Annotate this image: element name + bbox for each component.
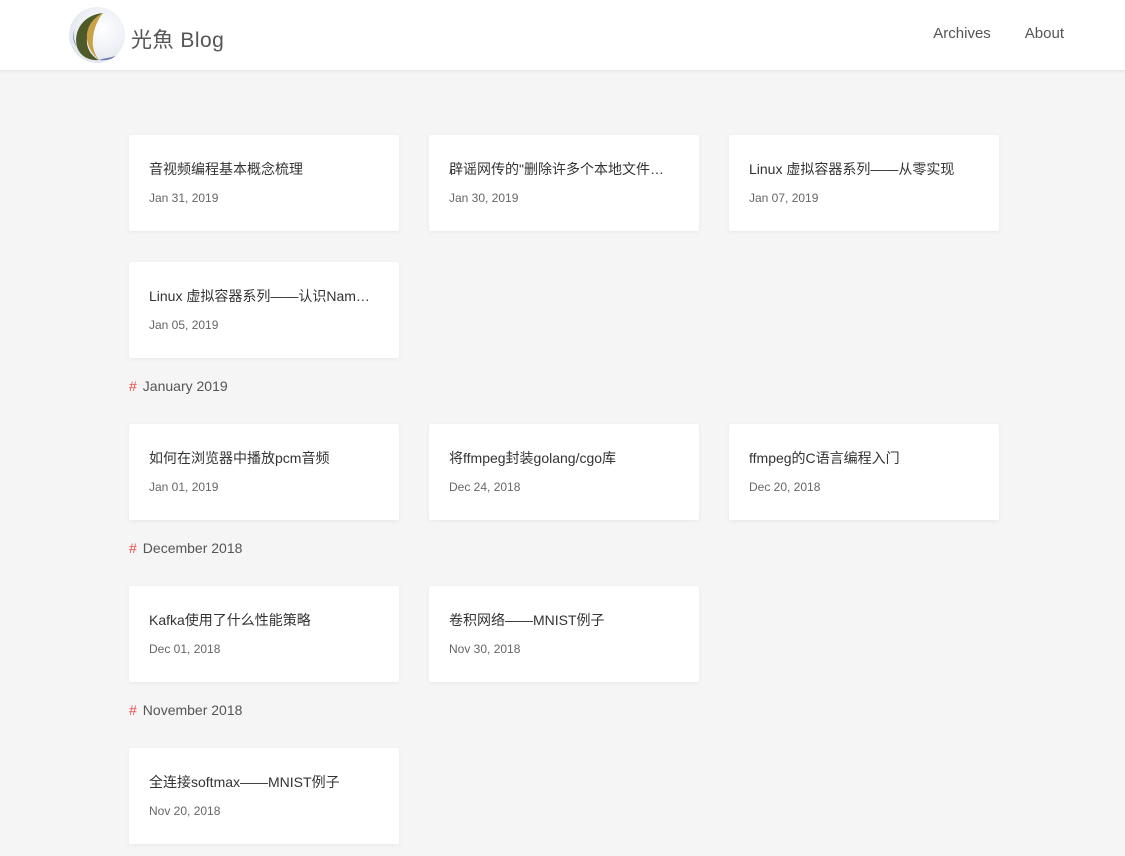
- month-label: December 2018: [142, 540, 243, 556]
- post-card[interactable]: 将ffmpeg封装golang/cgo库 Dec 24, 2018: [429, 424, 699, 520]
- month-heading: # November 2018: [129, 700, 242, 720]
- post-date: Jan 31, 2019: [149, 191, 219, 205]
- month-heading: # December 2018: [129, 538, 242, 558]
- site-brand-link[interactable]: 光魚 Blog: [69, 7, 224, 63]
- post-card[interactable]: Linux 虚拟容器系列——认识Nam… Jan 05, 2019: [129, 262, 399, 358]
- nav-about-link[interactable]: About: [1025, 24, 1064, 44]
- site-logo: [69, 7, 125, 63]
- post-card[interactable]: 辟谣网传的"删除许多个本地文件… Jan 30, 2019: [429, 135, 699, 231]
- post-card[interactable]: Linux 虚拟容器系列——从零实现 Jan 07, 2019: [729, 135, 999, 231]
- post-title: 音视频编程基本概念梳理: [149, 161, 303, 177]
- post-title: 卷积网络——MNIST例子: [449, 612, 605, 628]
- hash-symbol: #: [129, 540, 137, 556]
- post-date: Dec 20, 2018: [749, 480, 821, 494]
- post-title: 将ffmpeg封装golang/cgo库: [449, 450, 617, 466]
- nav-archives-link[interactable]: Archives: [933, 24, 991, 44]
- post-card[interactable]: Kafka使用了什么性能策略 Dec 01, 2018: [129, 586, 399, 682]
- post-title: Linux 虚拟容器系列——从零实现: [749, 161, 955, 177]
- post-title: 辟谣网传的"删除许多个本地文件…: [449, 161, 664, 177]
- month-heading: # January 2019: [129, 376, 228, 396]
- month-label: January 2019: [142, 378, 228, 394]
- post-title: ffmpeg的C语言编程入门: [749, 450, 900, 466]
- main-nav: Archives About: [899, 24, 1064, 44]
- post-date: Dec 24, 2018: [449, 480, 521, 494]
- hash-symbol: #: [129, 702, 137, 718]
- post-title: 全连接softmax——MNIST例子: [149, 774, 340, 790]
- post-date: Jan 30, 2019: [449, 191, 519, 205]
- post-date: Nov 30, 2018: [449, 642, 521, 656]
- site-title: 光魚 Blog: [131, 29, 225, 52]
- post-title: Linux 虚拟容器系列——认识Nam…: [149, 288, 370, 304]
- site-header: 光魚 Blog Archives About: [0, 0, 1125, 70]
- post-title: 如何在浏览器中播放pcm音频: [149, 450, 330, 466]
- post-card[interactable]: 音视频编程基本概念梳理 Jan 31, 2019: [129, 135, 399, 231]
- post-date: Dec 01, 2018: [149, 642, 221, 656]
- hash-symbol: #: [129, 378, 137, 394]
- post-card[interactable]: ffmpeg的C语言编程入门 Dec 20, 2018: [729, 424, 999, 520]
- post-date: Jan 07, 2019: [749, 191, 819, 205]
- month-label: November 2018: [142, 702, 243, 718]
- post-card[interactable]: 卷积网络——MNIST例子 Nov 30, 2018: [429, 586, 699, 682]
- post-title: Kafka使用了什么性能策略: [149, 612, 311, 628]
- post-card[interactable]: 如何在浏览器中播放pcm音频 Jan 01, 2019: [129, 424, 399, 520]
- post-date: Jan 05, 2019: [149, 318, 219, 332]
- post-card[interactable]: 全连接softmax——MNIST例子 Nov 20, 2018: [129, 748, 399, 844]
- post-date: Jan 01, 2019: [149, 480, 219, 494]
- post-date: Nov 20, 2018: [149, 804, 221, 818]
